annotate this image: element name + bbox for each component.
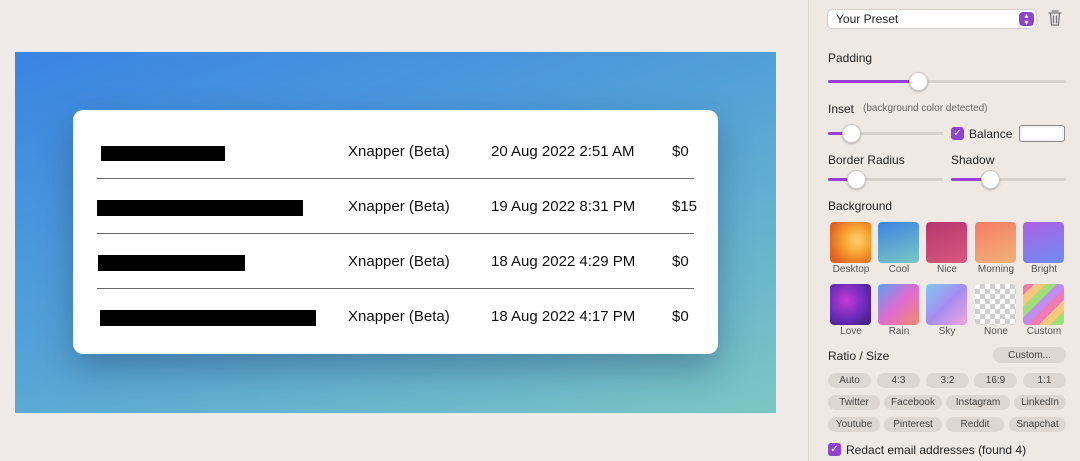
ratio-label: Ratio / Size: [828, 349, 890, 363]
app-cell: Xnapper (Beta): [348, 253, 450, 270]
size-snapchat[interactable]: Snapchat: [1009, 417, 1066, 432]
bg-caption: Cool: [888, 264, 910, 275]
ratio-4-3[interactable]: 4:3: [877, 373, 920, 388]
inset-label: Inset: [828, 102, 855, 116]
ratio-3-2[interactable]: 3:2: [926, 373, 969, 388]
app-cell: Xnapper (Beta): [348, 143, 450, 160]
border-radius-slider[interactable]: [828, 170, 943, 189]
ratio-16-9[interactable]: 16:9: [974, 373, 1017, 388]
slider-knob[interactable]: [981, 170, 1001, 189]
redaction-bar: [100, 310, 316, 326]
bg-tile-rain[interactable]: [878, 284, 919, 325]
slider-fill: [828, 80, 919, 83]
size-linkedin[interactable]: LinkedIn: [1014, 395, 1066, 410]
bg-tile-morning[interactable]: [975, 222, 1016, 263]
settings-sidebar: Your Preset ▴ ▾ Padding Inset (background…: [808, 0, 1080, 461]
size-instagram[interactable]: Instagram: [946, 395, 1010, 410]
padding-label: Padding: [828, 51, 873, 65]
size-facebook[interactable]: Facebook: [884, 395, 942, 410]
table-row: Xnapper (Beta) 18 Aug 2022 4:29 PM $0: [97, 234, 694, 289]
table-row: Xnapper (Beta) 20 Aug 2022 2:51 AM $0: [97, 124, 694, 179]
table-row: Xnapper (Beta) 19 Aug 2022 8:31 PM $15: [97, 179, 698, 234]
slider-knob[interactable]: [842, 124, 861, 143]
ratio-auto[interactable]: Auto: [828, 373, 871, 388]
bg-caption: None: [984, 326, 1008, 337]
slider-knob[interactable]: [909, 72, 929, 91]
size-pinterest[interactable]: Pinterest: [884, 417, 942, 432]
table-row: Xnapper (Beta) 18 Aug 2022 4:17 PM $0: [97, 289, 694, 344]
preset-value: Your Preset: [836, 12, 899, 26]
bg-caption: Morning: [977, 264, 1015, 275]
bg-caption: Bright: [1030, 264, 1058, 275]
redaction-bar: [101, 146, 225, 161]
inset-note: (background color detected): [863, 103, 988, 114]
shadow-slider[interactable]: [951, 170, 1066, 189]
size-reddit[interactable]: Reddit: [946, 417, 1004, 432]
screenshot-card: Xnapper (Beta) 20 Aug 2022 2:51 AM $0 Xn…: [73, 110, 718, 354]
amount-cell: $0: [672, 253, 689, 270]
date-cell: 20 Aug 2022 2:51 AM: [491, 143, 635, 160]
app-cell: Xnapper (Beta): [348, 308, 450, 325]
bg-tile-nice[interactable]: [926, 222, 967, 263]
bg-tile-cool[interactable]: [878, 222, 919, 263]
app-cell: Xnapper (Beta): [348, 198, 450, 215]
background-color-swatch[interactable]: [1019, 125, 1065, 142]
balance-label: Balance: [969, 127, 1013, 141]
redact-checkbox[interactable]: ✓: [828, 443, 841, 456]
trash-icon[interactable]: [1047, 9, 1063, 27]
bg-caption: Desktop: [832, 264, 870, 275]
border-radius-label: Border Radius: [828, 153, 905, 167]
preset-select[interactable]: Your Preset ▴ ▾: [827, 9, 1037, 29]
bg-caption: Love: [840, 326, 862, 337]
padding-slider[interactable]: [828, 72, 1066, 91]
bg-tile-custom[interactable]: [1023, 284, 1064, 325]
bg-tile-sky[interactable]: [926, 284, 967, 325]
size-youtube[interactable]: Youtube: [828, 417, 880, 432]
bg-tile-desktop[interactable]: [830, 222, 871, 263]
bg-caption: Nice: [936, 264, 957, 275]
amount-cell: $0: [672, 308, 689, 325]
bg-caption: Custom: [1026, 326, 1062, 337]
redact-label: Redact email addresses (found 4): [846, 443, 1027, 457]
bg-tile-love[interactable]: [830, 284, 871, 325]
preview-canvas: Xnapper (Beta) 20 Aug 2022 2:51 AM $0 Xn…: [15, 52, 776, 413]
size-twitter[interactable]: Twitter: [828, 395, 880, 410]
slider-knob[interactable]: [846, 170, 866, 189]
date-cell: 18 Aug 2022 4:29 PM: [491, 253, 636, 270]
bg-caption: Sky: [938, 326, 956, 337]
date-cell: 19 Aug 2022 8:31 PM: [491, 198, 636, 215]
ratio-1-1[interactable]: 1:1: [1023, 373, 1066, 388]
date-cell: 18 Aug 2022 4:17 PM: [491, 308, 636, 325]
amount-cell: $0: [672, 143, 689, 160]
amount-cell: $15: [672, 198, 698, 215]
bg-tile-bright[interactable]: [1023, 222, 1064, 263]
redaction-bar: [97, 200, 303, 216]
redaction-bar: [98, 255, 245, 271]
inset-slider[interactable]: [828, 124, 943, 143]
shadow-label: Shadow: [951, 153, 995, 167]
custom-size-button[interactable]: Custom...: [993, 347, 1066, 363]
bg-caption: Rain: [888, 326, 910, 337]
bg-tile-none[interactable]: [975, 284, 1016, 325]
background-label: Background: [828, 199, 893, 213]
chevron-up-down-icon: ▴ ▾: [1019, 12, 1034, 27]
balance-checkbox[interactable]: ✓: [951, 127, 964, 140]
